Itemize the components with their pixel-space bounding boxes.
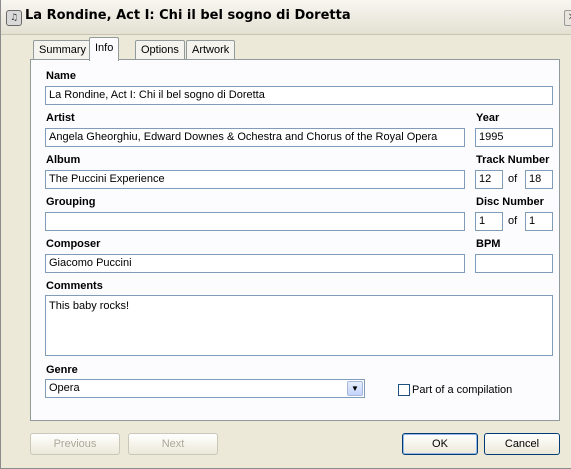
compilation-label[interactable]: Part of a compilation	[412, 384, 512, 396]
album-field[interactable]: The Puccini Experience	[45, 170, 465, 189]
comments-field[interactable]: This baby rocks!	[45, 295, 553, 356]
name-field[interactable]: La Rondine, Act I: Chi il bel sogno di D…	[45, 86, 553, 105]
genre-select[interactable]: Opera ▼	[45, 379, 365, 398]
artist-label: Artist	[46, 112, 75, 124]
track-info-dialog: ♫ La Rondine, Act I: Chi il bel sogno di…	[0, 0, 571, 469]
title-bar: ♫ La Rondine, Act I: Chi il bel sogno di…	[1, 0, 571, 35]
disc-total-field[interactable]: 1	[525, 212, 553, 231]
tab-artwork[interactable]: Artwork	[186, 40, 236, 59]
window-title: La Rondine, Act I: Chi il bel sogno di D…	[25, 8, 351, 23]
composer-label: Composer	[46, 238, 101, 250]
track-of-label: of	[508, 173, 518, 185]
grouping-field[interactable]	[45, 212, 465, 231]
bpm-field[interactable]	[475, 254, 553, 273]
album-label: Album	[46, 154, 81, 166]
year-field[interactable]: 1995	[475, 128, 553, 147]
year-label: Year	[476, 112, 500, 124]
disc-number-label: Disc Number	[476, 196, 544, 208]
name-label: Name	[46, 70, 76, 82]
tab-options[interactable]: Options	[135, 40, 185, 59]
cancel-button[interactable]: Cancel	[484, 433, 560, 455]
track-number-label: Track Number	[476, 154, 550, 166]
genre-label: Genre	[46, 364, 78, 376]
artist-field[interactable]: Angela Gheorghiu, Edward Downes & Ochest…	[45, 128, 465, 147]
compilation-checkbox[interactable]	[398, 384, 410, 396]
composer-field[interactable]: Giacomo Puccini	[45, 254, 465, 273]
track-number-field[interactable]: 12	[475, 170, 503, 189]
chevron-down-icon[interactable]: ▼	[347, 381, 363, 396]
comments-label: Comments	[46, 280, 103, 292]
close-icon[interactable]: ✕	[564, 10, 571, 26]
track-total-field[interactable]: 18	[525, 170, 553, 189]
bpm-label: BPM	[476, 238, 501, 250]
music-note-icon: ♫	[6, 10, 22, 26]
previous-button[interactable]: Previous	[30, 433, 120, 455]
disc-number-field[interactable]: 1	[475, 212, 503, 231]
grouping-label: Grouping	[46, 196, 96, 208]
disc-of-label: of	[508, 215, 518, 227]
ok-button[interactable]: OK	[402, 433, 478, 455]
tab-summary[interactable]: Summary	[33, 40, 93, 59]
genre-value: Opera	[49, 382, 80, 394]
next-button[interactable]: Next	[128, 433, 218, 455]
tab-info[interactable]: Info	[89, 37, 120, 61]
